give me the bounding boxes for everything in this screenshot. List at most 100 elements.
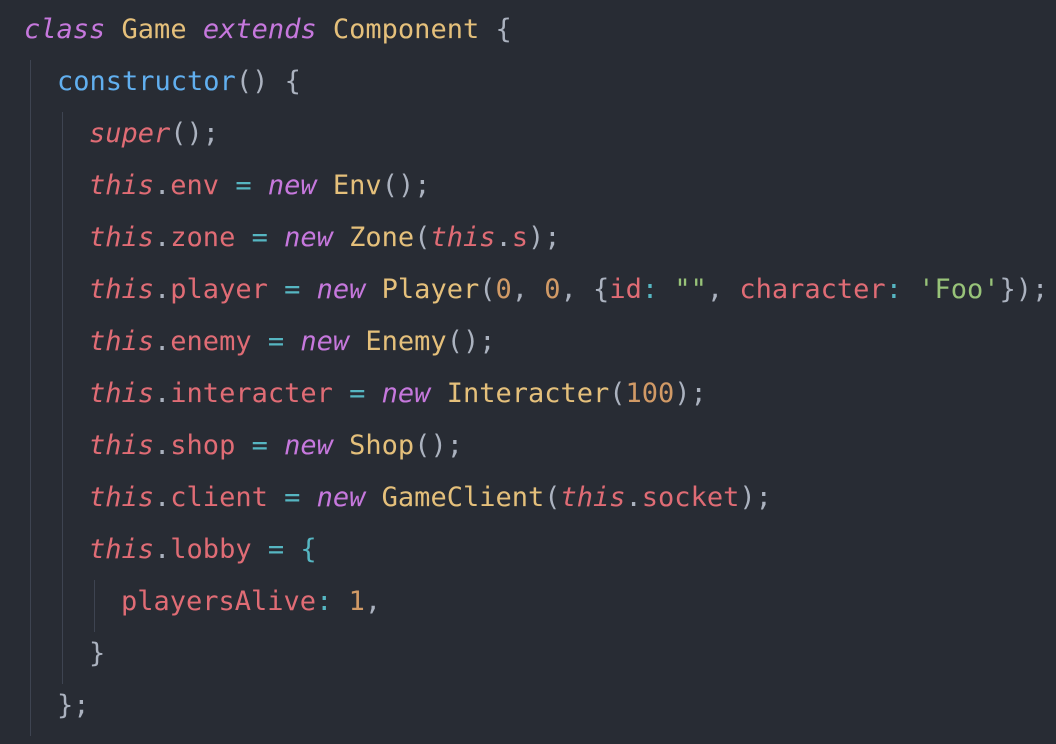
code-token: super — [89, 118, 171, 149]
code-token: env — [170, 170, 220, 201]
code-token: : — [885, 274, 919, 305]
code-line[interactable]: this.lobby = { — [89, 524, 317, 576]
code-token: Zone — [349, 222, 415, 253]
code-token: this — [89, 222, 155, 253]
code-token: . — [154, 482, 171, 513]
code-line[interactable]: }; — [57, 680, 90, 732]
code-token: . — [154, 378, 171, 409]
code-token: . — [495, 222, 512, 253]
code-token: Enemy — [365, 326, 447, 357]
code-token: this — [560, 482, 626, 513]
code-token: = { — [251, 534, 317, 565]
code-token: : — [641, 274, 675, 305]
code-token: () { — [235, 66, 301, 97]
code-token: . — [154, 170, 171, 201]
indent-guide — [94, 580, 95, 632]
code-line[interactable]: playersAlive: 1, — [121, 576, 381, 628]
code-token: = — [235, 222, 285, 253]
code-token: = — [267, 274, 317, 305]
code-token: client — [170, 482, 268, 513]
code-token: constructor — [57, 66, 236, 97]
code-token: class — [24, 14, 106, 45]
code-token: (); — [414, 430, 463, 461]
code-token: = — [267, 482, 317, 513]
code-token: 'Foo' — [918, 274, 1000, 305]
code-token: this — [430, 222, 496, 253]
code-token: . — [154, 326, 171, 357]
code-line[interactable]: } — [89, 628, 105, 680]
code-token: = — [235, 430, 285, 461]
code-token: zone — [170, 222, 236, 253]
code-token: ); — [674, 378, 707, 409]
code-line[interactable]: this.client = new GameClient(this.socket… — [89, 472, 772, 524]
code-token: ); — [739, 482, 772, 513]
code-line[interactable]: constructor() { — [57, 56, 301, 108]
code-token: socket — [641, 482, 740, 513]
code-token: this — [89, 170, 155, 201]
code-token: 100 — [625, 378, 675, 409]
code-token: s — [511, 222, 529, 253]
code-token: . — [154, 534, 171, 565]
code-token: this — [89, 326, 155, 357]
code-token: new — [300, 326, 350, 357]
code-line[interactable]: this.interacter = new Interacter(100); — [89, 368, 707, 420]
code-token: ( — [609, 378, 626, 409]
code-token: 0 — [495, 274, 512, 305]
code-line[interactable]: this.zone = new Zone(this.s); — [89, 212, 561, 264]
code-token: Interacter — [446, 378, 610, 409]
indent-guide — [30, 60, 31, 736]
code-line[interactable]: this.player = new Player(0, 0, {id: "", … — [89, 264, 1048, 316]
code-token: 1 — [348, 586, 365, 617]
code-token: new — [381, 378, 431, 409]
code-token: 0 — [544, 274, 561, 305]
code-token: new — [316, 274, 366, 305]
code-token: Player — [381, 274, 480, 305]
code-token: = — [332, 378, 382, 409]
code-token: this — [89, 482, 155, 513]
code-line[interactable]: super(); — [89, 108, 219, 160]
code-token: this — [89, 378, 155, 409]
code-token: character — [739, 274, 886, 305]
code-token: Game — [121, 14, 187, 45]
code-token: } — [89, 638, 106, 669]
code-token: ); — [528, 222, 561, 253]
code-token: , { — [560, 274, 610, 305]
code-token: "" — [674, 274, 707, 305]
indent-guide — [62, 112, 63, 684]
code-token: . — [154, 430, 171, 461]
code-token: : — [316, 586, 349, 617]
code-token: . — [154, 274, 171, 305]
code-token: this — [89, 430, 155, 461]
code-token: , — [511, 274, 545, 305]
code-token: (); — [446, 326, 496, 357]
code-token: new — [316, 482, 366, 513]
code-token: ( — [414, 222, 431, 253]
code-line[interactable]: class Game extends Component { — [24, 4, 512, 56]
code-token: . — [625, 482, 642, 513]
code-editor[interactable]: class Game extends Component {constructo… — [0, 0, 1056, 744]
code-token: this — [89, 274, 155, 305]
code-token: id — [609, 274, 642, 305]
code-line[interactable]: this.env = new Env(); — [89, 160, 430, 212]
code-token: = — [219, 170, 268, 201]
code-token: player — [170, 274, 268, 305]
code-token: enemy — [170, 326, 252, 357]
code-token: { — [479, 14, 512, 45]
code-token: new — [284, 430, 333, 461]
code-token: (); — [381, 170, 431, 201]
code-token: this — [89, 534, 155, 565]
code-token: shop — [170, 430, 236, 461]
code-token: Env — [332, 170, 382, 201]
code-line[interactable]: this.enemy = new Enemy(); — [89, 316, 495, 368]
code-line[interactable]: this.shop = new Shop(); — [89, 420, 463, 472]
code-token: Component — [332, 14, 480, 45]
code-token: new — [267, 170, 317, 201]
